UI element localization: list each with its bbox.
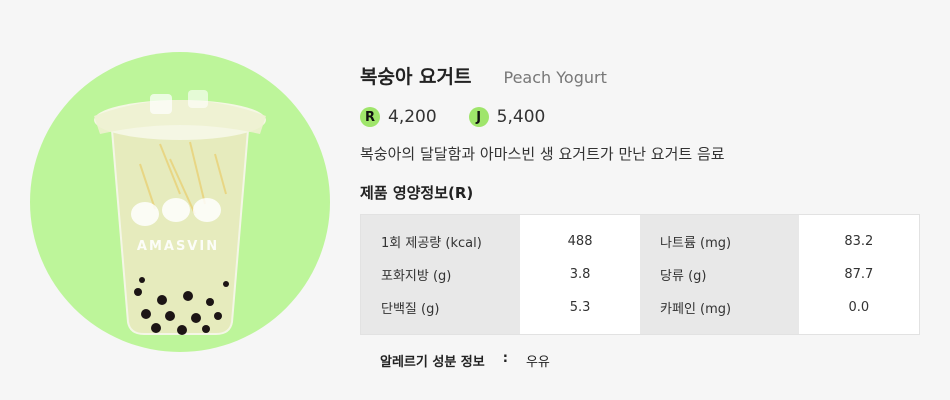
product-title-row: 복숭아 요거트 Peach Yogurt	[360, 62, 920, 96]
allergy-value: 우유	[525, 355, 550, 370]
table-row: 단백질 (g) 5.3 카페인 (mg) 0.0	[360, 291, 920, 335]
cup-body	[110, 129, 250, 335]
cup-logo-text: AMASVIN	[137, 239, 219, 254]
nutrition-label: 당류 (g)	[640, 258, 799, 291]
price-regular: R 4,200	[360, 107, 437, 127]
nutrition-label: 1회 제공량 (kcal)	[360, 214, 521, 258]
nutrition-label: 포화지방 (g)	[360, 258, 521, 291]
nutrition-value: 87.7	[798, 258, 920, 291]
nutrition-value: 3.8	[520, 258, 641, 291]
price-value-regular: 4,200	[388, 107, 437, 127]
product-name-en: Peach Yogurt	[503, 68, 607, 87]
nutrition-value: 0.0	[798, 291, 920, 335]
size-badge-regular: R	[360, 107, 380, 127]
allergy-info: 알레르기 성분 정보 : 우유	[360, 351, 920, 370]
product-image: AMASVIN	[30, 44, 330, 360]
nutrition-label: 나트륨 (mg)	[640, 214, 799, 258]
nutrition-table: 1회 제공량 (kcal) 488 나트륨 (mg) 83.2 포화지방 (g)…	[360, 214, 920, 335]
cup-logo	[131, 198, 221, 226]
nutrition-label: 카페인 (mg)	[640, 291, 799, 335]
allergy-label: 알레르기 성분 정보	[380, 355, 485, 370]
product-info: 복숭아 요거트 Peach Yogurt R 4,200 J 5,400 복숭아…	[360, 62, 920, 370]
price-row: R 4,200 J 5,400	[360, 102, 920, 132]
nutrition-value: 5.3	[520, 291, 641, 335]
table-row: 1회 제공량 (kcal) 488 나트륨 (mg) 83.2	[360, 214, 920, 258]
table-row: 포화지방 (g) 3.8 당류 (g) 87.7	[360, 258, 920, 291]
product-description: 복숭아의 달달함과 아마스빈 생 요거트가 만난 요거트 음료	[360, 145, 725, 163]
product-illustration: AMASVIN	[30, 52, 330, 352]
price-value-jumbo: 5,400	[496, 107, 546, 127]
nutrition-label: 단백질 (g)	[360, 291, 521, 335]
size-badge-jumbo: J	[468, 107, 489, 127]
allergy-separator: :	[502, 351, 508, 366]
nutrition-title: 제품 영양정보(R)	[360, 184, 474, 202]
nutrition-value: 83.2	[798, 214, 920, 258]
nutrition-value: 488	[520, 214, 641, 258]
product-name-ko: 복숭아 요거트	[360, 66, 472, 88]
price-jumbo: J 5,400	[468, 107, 546, 127]
